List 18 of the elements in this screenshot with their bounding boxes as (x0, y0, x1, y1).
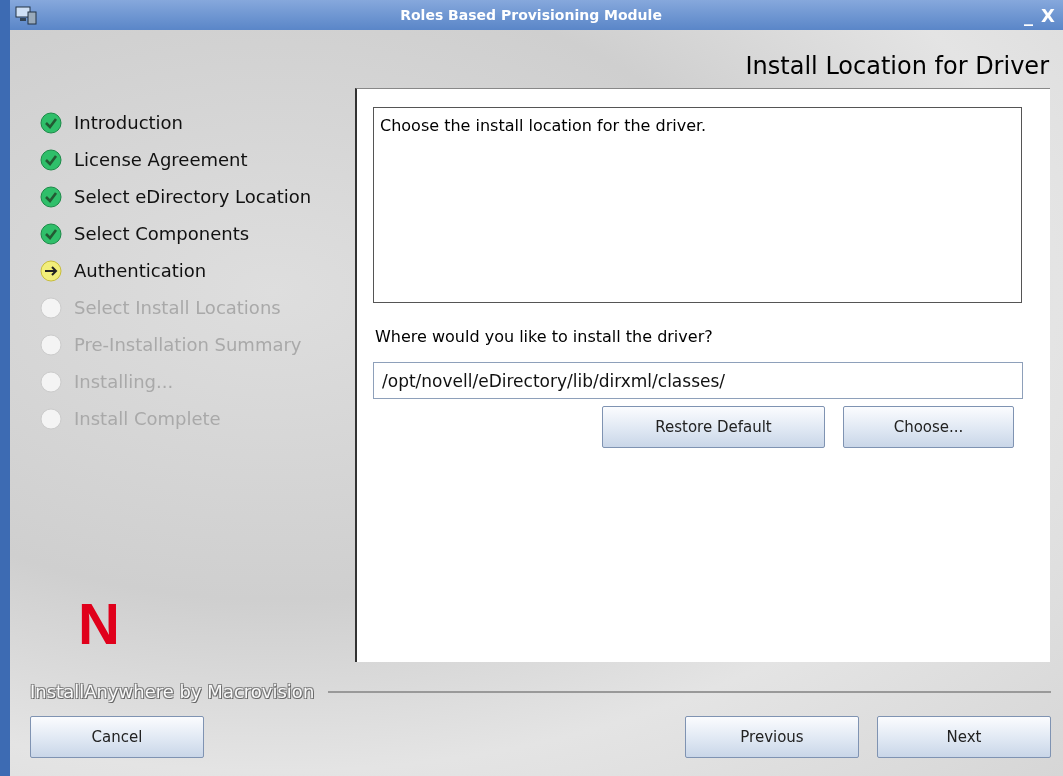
logo: N (78, 595, 121, 653)
nav-button[interactable]: Next (877, 716, 1051, 758)
nav-button[interactable]: Previous (685, 716, 859, 758)
panel-button[interactable]: Restore Default (602, 406, 825, 448)
description-box: Choose the install location for the driver. (373, 107, 1022, 303)
panel-button[interactable]: Choose... (843, 406, 1014, 448)
cancel-button[interactable]: Cancel (30, 716, 204, 758)
page-title: Install Location for Driver (745, 52, 1049, 80)
window-title: Roles Based Provisioning Module (399, 7, 663, 23)
computer-icon (14, 4, 38, 26)
path-field[interactable]: /opt/novell/eDirectory/lib/dirxml/classes/ (373, 362, 1023, 399)
brand-label: InstallAnywhere by Macrovision (30, 681, 315, 702)
step-label: Select eDirectory Location (74, 186, 312, 207)
step-label: Authentication (74, 260, 207, 281)
step-label: Select Components (74, 223, 250, 244)
question-label: Where would you like to install the driver? (375, 327, 714, 346)
step-label: Introduction (74, 112, 183, 133)
step-label: License Agreement (74, 149, 248, 170)
